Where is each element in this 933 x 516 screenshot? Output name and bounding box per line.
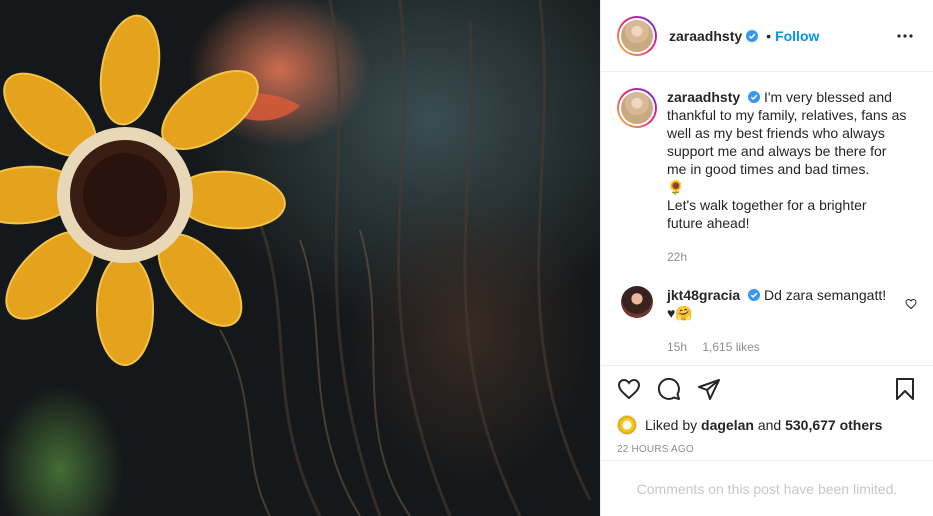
caption-line: 🌻	[667, 179, 685, 195]
liker-avatar[interactable]	[617, 415, 637, 435]
caption-row: zaraadhsty I'm very blessed and thankful…	[617, 88, 917, 266]
verified-badge-icon	[748, 289, 761, 301]
heart-icon[interactable]	[617, 377, 641, 401]
comment-line: Dd zara semangatt!	[763, 287, 887, 303]
comment-text: jkt48gracia Dd zara semangatt! ♥🤗	[667, 286, 897, 322]
caption-line: support me and always be there for	[667, 143, 887, 159]
caption-line: thankful to my family, relatives, fans a…	[667, 107, 907, 123]
liker-username[interactable]: dagelan	[701, 417, 754, 433]
author-username[interactable]: zaraadhsty	[669, 28, 742, 44]
caption-line: Let's walk together for a brighter	[667, 197, 867, 213]
caption-meta: 22h	[667, 248, 917, 266]
comment-line: ♥🤗	[667, 305, 693, 321]
caption-line: me in good times and bad times.	[667, 161, 870, 177]
author-avatar[interactable]	[617, 15, 657, 56]
action-bar	[601, 365, 933, 412]
caption-line: I'm very blessed and	[763, 89, 892, 105]
post-modal: zaraadhsty • Follow zaraadhsty I'm very …	[0, 0, 933, 516]
verified-badge-icon	[748, 91, 761, 103]
comment-icon[interactable]	[657, 377, 681, 401]
small-heart-icon[interactable]	[905, 298, 917, 310]
comments-list: zaraadhsty I'm very blessed and thankful…	[601, 72, 933, 365]
photo-artwork	[0, 0, 592, 516]
save-icon[interactable]	[893, 377, 917, 401]
verified-badge-icon	[746, 29, 759, 42]
comment-meta: 15h 1,615 likes	[667, 338, 897, 356]
follow-button[interactable]: Follow	[775, 28, 819, 44]
comment-age[interactable]: 15h	[667, 340, 687, 354]
post-sidebar: zaraadhsty • Follow zaraadhsty I'm very …	[600, 0, 933, 516]
caption-avatar[interactable]	[617, 88, 657, 128]
caption-username[interactable]: zaraadhsty	[667, 89, 740, 105]
likes-others[interactable]: 530,677 others	[785, 417, 882, 433]
caption-age[interactable]: 22h	[667, 250, 687, 264]
caption-line: well as my best friends who always	[667, 125, 885, 141]
caption-text: zaraadhsty I'm very blessed and thankful…	[667, 88, 917, 232]
commenter-avatar[interactable]	[621, 286, 653, 318]
comments-limited-notice: Comments on this post have been limited.	[601, 460, 933, 516]
likes-mid: and	[757, 417, 782, 433]
share-icon[interactable]	[697, 377, 721, 401]
separator-dot: •	[766, 27, 772, 44]
post-timestamp[interactable]: 22 HOURS AGO	[601, 444, 933, 455]
caption-line: future ahead!	[667, 215, 750, 231]
comment-row: jkt48gracia Dd zara semangatt! ♥🤗 15h 1,…	[617, 286, 917, 356]
likes-summary: Liked by dagelan and 530,677 others	[601, 412, 933, 438]
likes-prefix: Liked by	[645, 417, 698, 433]
post-header: zaraadhsty • Follow	[601, 0, 933, 72]
comment-likes[interactable]: 1,615 likes	[702, 340, 759, 354]
commenter-username[interactable]: jkt48gracia	[667, 287, 740, 303]
more-options-icon[interactable]	[893, 24, 917, 48]
post-photo[interactable]	[0, 0, 600, 516]
